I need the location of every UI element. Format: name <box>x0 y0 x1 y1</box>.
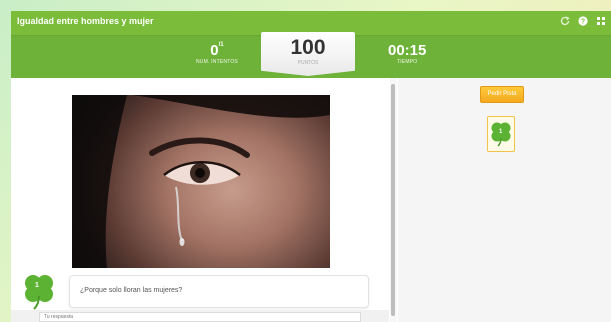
request-hint-button[interactable]: Pedir Pista <box>480 86 524 103</box>
attempts-stat: 0/1 NUM. INTENTOS <box>196 42 238 65</box>
clue-card[interactable]: 1 <box>487 116 515 152</box>
main-area: 1 ¿Porque solo lloran las mujeres? Pedir… <box>11 78 611 322</box>
time-label: TIEMPO <box>397 59 418 65</box>
svg-text:?: ? <box>581 19 585 26</box>
question-text: ¿Porque solo lloran las mujeres? <box>80 287 183 294</box>
answer-input[interactable] <box>39 312 361 322</box>
points-card: 100 PUNTOS <box>261 32 355 76</box>
points-label: PUNTOS <box>297 60 319 66</box>
conversation-panel: 1 ¿Porque solo lloran las mujeres? <box>11 78 389 322</box>
scrollbar[interactable] <box>390 78 397 322</box>
scrollbar-thumb[interactable] <box>391 84 395 316</box>
grid-menu-icon[interactable] <box>595 15 607 27</box>
clover-avatar: 1 <box>24 272 54 315</box>
attempts-value: 0 <box>210 42 219 59</box>
help-icon[interactable]: ? <box>577 15 589 27</box>
time-stat: 00:15 TIEMPO <box>388 42 426 65</box>
avatar-number: 1 <box>35 282 39 289</box>
time-value: 00:15 <box>388 42 427 59</box>
crying-woman-image <box>72 95 330 268</box>
clue-number: 1 <box>499 129 503 135</box>
question-bubble: ¿Porque solo lloran las mujeres? <box>69 275 369 308</box>
refresh-icon[interactable] <box>559 15 571 27</box>
app-title: Igualdad entre hombres y mujer <box>17 16 154 26</box>
attempts-max: /1 <box>218 42 224 48</box>
points-value: 100 <box>290 36 326 59</box>
app-window: Igualdad entre hombres y mujer ? 0/1 NUM… <box>11 11 611 322</box>
hints-panel: Pedir Pista 1 <box>398 78 611 322</box>
attempts-label: NUM. INTENTOS <box>196 59 238 65</box>
